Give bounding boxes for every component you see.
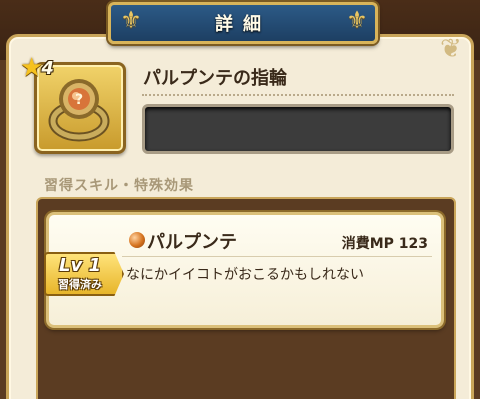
skill-divider: [122, 256, 432, 257]
star-icon: ★: [20, 53, 44, 83]
rarity-rank: 4: [41, 57, 54, 79]
header-banner: 詳細: [108, 2, 378, 44]
svg-text:?: ?: [75, 92, 83, 108]
item-name: パルプンテの指輪: [143, 68, 287, 89]
skill-level: Lv 1: [59, 255, 101, 276]
level-badge: Lv 1 習得済み: [44, 252, 124, 296]
fleur-de-lis-icon: ⚜: [346, 6, 368, 34]
fleur-de-lis-icon: ⚜: [120, 6, 142, 34]
ring-icon: ?: [48, 79, 110, 142]
mp-cost: 消費MP 123: [341, 236, 428, 252]
divider: [142, 94, 454, 96]
header-title: 詳細: [215, 14, 271, 35]
corner-ornament-icon: ❦: [440, 34, 462, 64]
rarity-badge: ★ 4: [20, 55, 72, 81]
skill-description: なにかイイコトがおこるかもしれない: [126, 267, 364, 283]
item-description-box: [142, 104, 454, 154]
skill-orb-icon: [129, 232, 145, 248]
learned-status: 習得済み: [58, 278, 102, 291]
section-label: 習得スキル・特殊効果: [44, 178, 194, 194]
skill-name: パルプンテ: [147, 232, 237, 253]
